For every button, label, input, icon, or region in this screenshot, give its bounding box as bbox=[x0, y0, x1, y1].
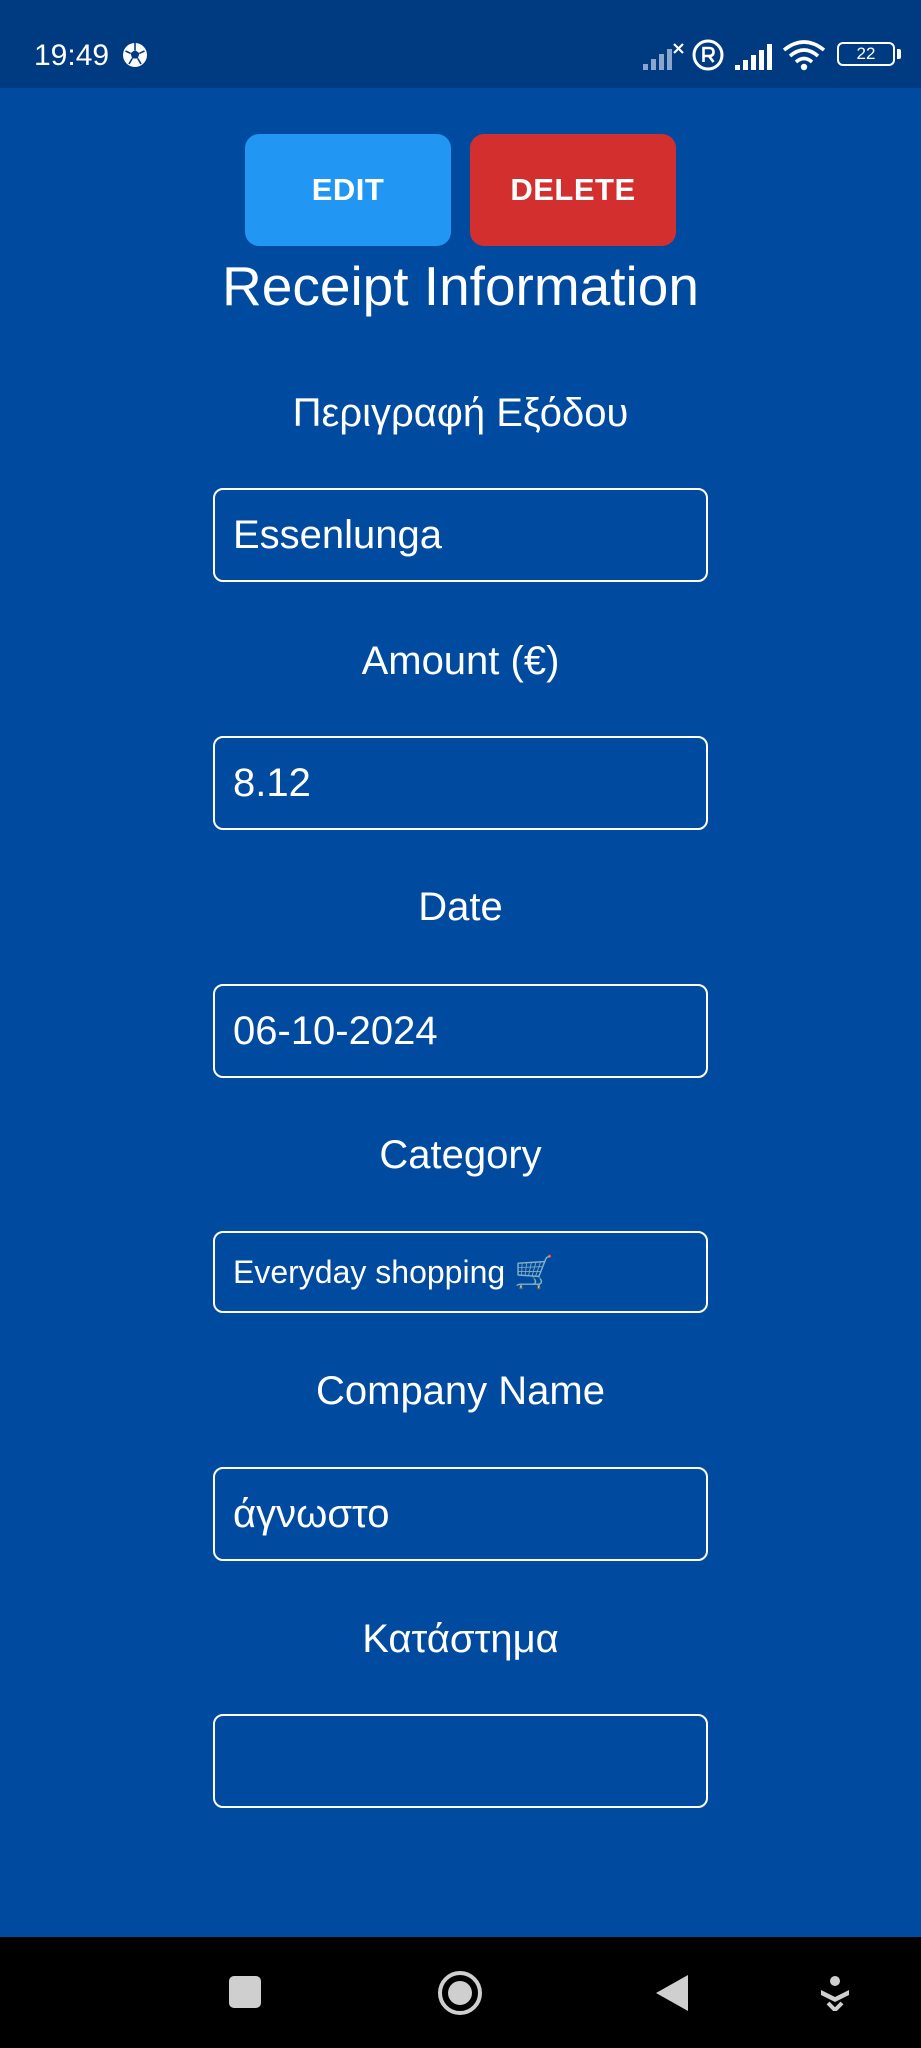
action-buttons: EDIT DELETE bbox=[245, 134, 676, 246]
battery-tip bbox=[897, 49, 901, 59]
accessibility-icon[interactable] bbox=[818, 1975, 852, 2011]
soccer-ball-icon bbox=[123, 43, 147, 67]
store-label: Κατάστημα bbox=[362, 1617, 559, 1661]
date-input[interactable] bbox=[213, 984, 708, 1078]
wifi-icon bbox=[782, 40, 826, 71]
store-input[interactable] bbox=[213, 1714, 708, 1808]
amount-label: Amount (€) bbox=[361, 639, 560, 683]
amount-input[interactable] bbox=[213, 736, 708, 830]
edit-button[interactable]: EDIT bbox=[245, 134, 451, 246]
recents-square-icon[interactable] bbox=[228, 1975, 262, 2009]
back-triangle-icon[interactable] bbox=[654, 1973, 690, 2013]
category-label: Category bbox=[379, 1133, 542, 1177]
description-label: Περιγραφή Εξόδου bbox=[292, 391, 629, 435]
company-name-label: Company Name bbox=[315, 1369, 605, 1413]
status-bar: 19:49 22 bbox=[0, 0, 921, 88]
battery-icon: 22 bbox=[837, 42, 895, 66]
signal-muted-icon bbox=[643, 43, 684, 70]
registered-icon bbox=[692, 39, 724, 71]
home-circle-icon[interactable] bbox=[436, 1969, 484, 2017]
signal-icon bbox=[735, 44, 772, 70]
description-input[interactable] bbox=[213, 488, 708, 582]
page-title: Receipt Information bbox=[222, 255, 699, 317]
status-icons: 22 bbox=[641, 36, 921, 76]
date-label: Date bbox=[418, 885, 503, 929]
category-input[interactable] bbox=[213, 1231, 708, 1313]
navigation-bar bbox=[0, 1937, 921, 2048]
company-name-input[interactable] bbox=[213, 1467, 708, 1561]
status-time: 19:49 bbox=[34, 39, 110, 72]
delete-button[interactable]: DELETE bbox=[470, 134, 676, 246]
